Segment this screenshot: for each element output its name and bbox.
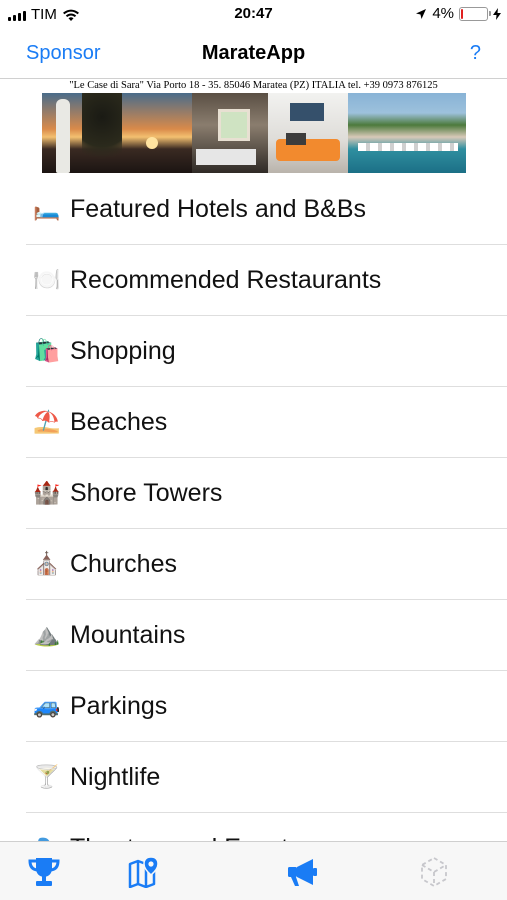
trophy-icon: [28, 858, 60, 886]
menu-item-parkings[interactable]: 🚙 Parkings: [26, 671, 507, 742]
menu-item-mountains[interactable]: ⛰️ Mountains: [26, 600, 507, 671]
beach-umbrella-icon: ⛱️: [33, 409, 61, 434]
menu-item-nightlife[interactable]: 🍸 Nightlife: [26, 742, 507, 813]
menu-item-beaches[interactable]: ⛱️ Beaches: [26, 387, 507, 458]
tab-announcements[interactable]: [286, 854, 322, 890]
banner-photo-living-room: [268, 93, 348, 173]
menu-item-label: Shore Towers: [70, 478, 223, 507]
page-title: MarateApp: [201, 42, 306, 64]
menu-item-label: Featured Hotels and B&Bs: [70, 194, 366, 223]
bed-icon: 🛏️: [33, 196, 61, 221]
shopping-bags-icon: 🛍️: [33, 338, 61, 363]
help-button[interactable]: ?: [470, 42, 481, 65]
banner-caption: "Le Case di Sara" Via Porto 18 - 35. 850…: [69, 80, 438, 91]
battery-level: [461, 8, 463, 19]
menu-item-label: Mountains: [70, 620, 186, 649]
menu-item-shore-towers[interactable]: 🏰 Shore Towers: [26, 458, 507, 529]
cocktail-icon: 🍸: [33, 764, 61, 789]
map-pin-icon: [128, 856, 159, 888]
bolt-icon: [493, 7, 501, 20]
church-icon: ⛪: [33, 551, 61, 576]
banner-photo-sunset: [42, 93, 192, 173]
nav-bar: Sponsor MarateApp ?: [0, 30, 507, 79]
menu-item-label: Beaches: [70, 407, 168, 436]
car-icon: 🚙: [33, 693, 61, 718]
menu-item-shopping[interactable]: 🛍️ Shopping: [26, 316, 507, 387]
ar-cube-icon: [421, 856, 447, 888]
plate-cutlery-icon: 🍽️: [33, 267, 61, 292]
battery-icon: [459, 6, 491, 21]
battery-percent: 4%: [432, 5, 454, 22]
menu-item-label: Churches: [70, 549, 177, 578]
location-arrow-icon: [416, 8, 427, 19]
menu-item-label: Shopping: [70, 336, 176, 365]
menu-item-label: Nightlife: [70, 762, 161, 791]
castle-icon: 🏰: [33, 480, 61, 505]
menu-item-label: Recommended Restaurants: [70, 265, 382, 294]
megaphone-icon: [288, 859, 317, 886]
menu-item-label: Parkings: [70, 691, 168, 720]
tab-ar[interactable]: [416, 854, 452, 890]
status-right: 4%: [415, 5, 501, 22]
category-list: 🛏️ Featured Hotels and B&Bs 🍽️ Recommend…: [26, 174, 507, 884]
tab-map[interactable]: [126, 854, 162, 890]
banner-photo-bedroom: [192, 93, 268, 173]
sponsor-banner[interactable]: [42, 93, 466, 173]
status-bar: TIM 20:47 4%: [0, 0, 507, 30]
menu-item-hotels[interactable]: 🛏️ Featured Hotels and B&Bs: [26, 174, 507, 245]
mountain-icon: ⛰️: [33, 622, 61, 647]
menu-item-restaurants[interactable]: 🍽️ Recommended Restaurants: [26, 245, 507, 316]
tab-bar: [0, 841, 507, 900]
menu-item-churches[interactable]: ⛪ Churches: [26, 529, 507, 600]
banner-photo-harbor: [348, 93, 466, 173]
tab-trophy[interactable]: [26, 854, 62, 890]
